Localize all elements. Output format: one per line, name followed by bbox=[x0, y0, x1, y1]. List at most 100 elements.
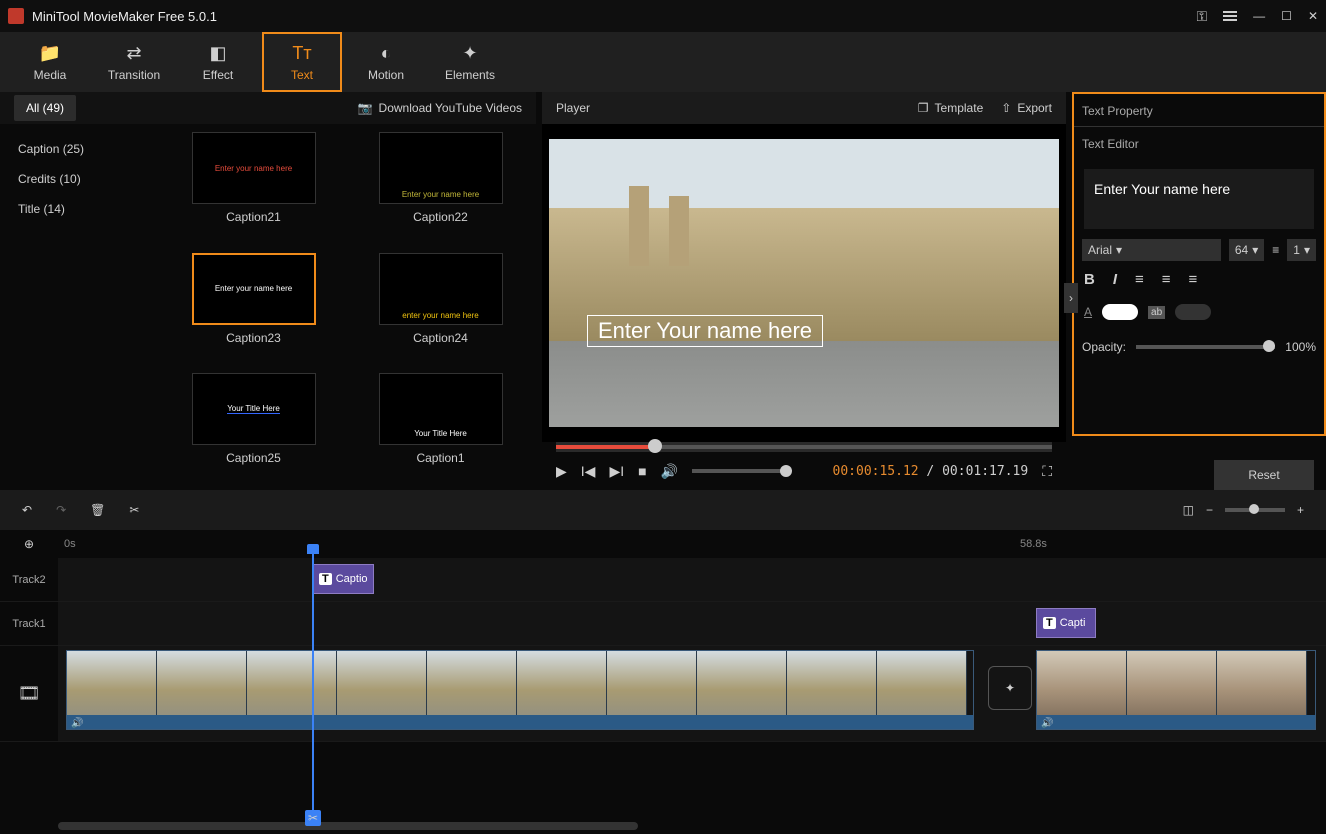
video-clip-1[interactable]: 🔊 bbox=[66, 650, 974, 730]
transition-placeholder[interactable]: ✦ bbox=[988, 666, 1032, 710]
tab-transition[interactable]: ⇄Transition bbox=[94, 32, 174, 92]
filmstrip-icon: 🎞 bbox=[0, 683, 58, 704]
timeline-ruler[interactable]: ⊕ 0s 58.8s bbox=[0, 530, 1326, 558]
timeline-scrollbar[interactable] bbox=[58, 822, 638, 830]
zoom-in-button[interactable]: + bbox=[1297, 503, 1304, 517]
template-caption1[interactable]: Your Title HereCaption1 bbox=[357, 373, 524, 482]
template-button[interactable]: ❐Template bbox=[918, 101, 983, 115]
chevron-down-icon: ▾ bbox=[1116, 243, 1122, 257]
transition-icon: ⇄ bbox=[126, 43, 141, 64]
chevron-down-icon: ▾ bbox=[1304, 243, 1310, 257]
stack-icon: ❐ bbox=[918, 101, 929, 115]
category-all[interactable]: All (49) bbox=[14, 95, 76, 121]
video-preview[interactable]: Enter Your name here bbox=[549, 139, 1059, 427]
stop-button[interactable]: ■ bbox=[638, 463, 646, 479]
prev-frame-button[interactable]: I◀ bbox=[581, 463, 596, 480]
elements-icon: ✦ bbox=[462, 43, 477, 64]
template-caption21[interactable]: Enter your name hereCaption21 bbox=[170, 132, 337, 241]
text-template-grid: Enter your name hereCaption21 Enter your… bbox=[158, 124, 536, 490]
cut-button[interactable]: ✂ bbox=[129, 503, 139, 517]
add-track-button[interactable]: ⊕ bbox=[0, 537, 58, 551]
panel-expand-button[interactable]: › bbox=[1064, 283, 1078, 313]
font-size-select[interactable]: 64▾ bbox=[1229, 239, 1264, 261]
folder-icon: 📁 bbox=[39, 43, 61, 64]
playhead[interactable]: ✂ bbox=[312, 552, 314, 824]
text-clip-track2[interactable]: TCaptio bbox=[312, 564, 374, 594]
text-content-input[interactable]: Enter Your name here bbox=[1084, 169, 1314, 229]
delete-button[interactable]: 🗑 bbox=[90, 503, 105, 517]
chevron-down-icon: ▾ bbox=[1252, 243, 1258, 257]
text-property-header: Text Property bbox=[1074, 94, 1324, 126]
menu-icon[interactable] bbox=[1223, 11, 1237, 21]
app-logo bbox=[8, 8, 24, 24]
minimize-button[interactable]: — bbox=[1253, 9, 1265, 23]
sidebar-item-title[interactable]: Title (14) bbox=[18, 194, 158, 224]
timeline: ⊕ 0s 58.8s ✂ Track2 TCaptio Track1 TCapt… bbox=[0, 530, 1326, 834]
sidebar-item-caption[interactable]: Caption (25) bbox=[18, 134, 158, 164]
window-title: MiniTool MovieMaker Free 5.0.1 bbox=[32, 9, 1197, 24]
text-property-panel: Text Property Text Editor Enter Your nam… bbox=[1072, 92, 1326, 436]
text-overlay[interactable]: Enter Your name here bbox=[587, 315, 823, 347]
play-button[interactable]: ▶ bbox=[556, 463, 567, 480]
undo-button[interactable]: ↶ bbox=[22, 503, 32, 517]
text-color-swatch[interactable] bbox=[1102, 304, 1138, 320]
audio-strip bbox=[67, 715, 973, 729]
snap-icon[interactable]: ◫ bbox=[1183, 503, 1194, 517]
template-caption23[interactable]: Enter your name hereCaption23 bbox=[170, 253, 337, 362]
align-right-button[interactable]: ≡ bbox=[1189, 271, 1198, 288]
line-height-icon: ≡ bbox=[1272, 243, 1279, 257]
close-button[interactable]: ✕ bbox=[1308, 9, 1318, 23]
text-clip-track1[interactable]: TCapti bbox=[1036, 608, 1096, 638]
tab-effect[interactable]: ◧Effect bbox=[178, 32, 258, 92]
zoom-out-button[interactable]: − bbox=[1206, 503, 1213, 517]
fullscreen-button[interactable]: ⛶ bbox=[1042, 463, 1052, 480]
seekbar-thumb[interactable] bbox=[648, 439, 662, 453]
reset-button[interactable]: Reset bbox=[1214, 460, 1314, 490]
video-clip-2[interactable]: 🔊 bbox=[1036, 650, 1316, 730]
sidebar-item-credits[interactable]: Credits (10) bbox=[18, 164, 158, 194]
text-color-icon: A bbox=[1084, 305, 1092, 319]
next-frame-button[interactable]: ▶I bbox=[609, 463, 624, 480]
key-icon[interactable]: ⚿ bbox=[1197, 8, 1208, 25]
italic-button[interactable]: I bbox=[1113, 271, 1117, 288]
category-sidebar: Caption (25) Credits (10) Title (14) bbox=[0, 124, 158, 490]
highlight-color-icon: ab bbox=[1148, 306, 1165, 319]
redo-button[interactable]: ↷ bbox=[56, 503, 66, 517]
tab-text[interactable]: TᴛText bbox=[262, 32, 342, 92]
download-youtube-link[interactable]: 📷Download YouTube Videos bbox=[358, 101, 522, 115]
motion-icon: ◐ bbox=[381, 43, 392, 64]
main-toolbar: 📁Media ⇄Transition ◧Effect TᴛText ◐Motio… bbox=[0, 32, 1326, 92]
track-2: Track2 TCaptio bbox=[0, 558, 1326, 602]
track-video: 🎞 🔊 ✦ 🔊 bbox=[0, 646, 1326, 742]
bold-button[interactable]: B bbox=[1084, 271, 1095, 288]
scissors-icon[interactable]: ✂ bbox=[305, 810, 321, 826]
speaker-icon: 🔊 bbox=[1041, 718, 1053, 729]
font-family-select[interactable]: Arial▾ bbox=[1082, 239, 1221, 261]
zoom-slider[interactable] bbox=[1225, 508, 1285, 512]
opacity-value: 100% bbox=[1285, 340, 1316, 354]
camera-icon: 📷 bbox=[358, 101, 373, 115]
template-caption22[interactable]: Enter your name hereCaption22 bbox=[357, 132, 524, 241]
highlight-color-swatch[interactable] bbox=[1175, 304, 1211, 320]
playback-time: 00:00:15.12 / 00:01:17.19 bbox=[833, 464, 1029, 479]
template-caption24[interactable]: enter your name hereCaption24 bbox=[357, 253, 524, 362]
seekbar[interactable] bbox=[556, 442, 1052, 452]
text-editor-header: Text Editor bbox=[1074, 126, 1324, 161]
volume-slider[interactable] bbox=[692, 469, 788, 473]
maximize-button[interactable]: ☐ bbox=[1281, 9, 1292, 23]
align-left-button[interactable]: ≡ bbox=[1135, 271, 1144, 288]
export-button[interactable]: ⇧Export bbox=[1001, 101, 1052, 115]
effect-icon: ◧ bbox=[209, 43, 226, 64]
tab-elements[interactable]: ✦Elements bbox=[430, 32, 510, 92]
align-center-button[interactable]: ≡ bbox=[1162, 271, 1171, 288]
template-caption25[interactable]: Your Title HereCaption25 bbox=[170, 373, 337, 482]
line-height-select[interactable]: 1▾ bbox=[1287, 239, 1316, 261]
volume-icon[interactable]: 🔊 bbox=[661, 463, 678, 480]
player-title: Player bbox=[556, 101, 590, 115]
text-icon: Tᴛ bbox=[292, 43, 311, 64]
tab-media[interactable]: 📁Media bbox=[10, 32, 90, 92]
export-icon: ⇧ bbox=[1001, 101, 1011, 115]
track-1: Track1 TCapti bbox=[0, 602, 1326, 646]
tab-motion[interactable]: ◐Motion bbox=[346, 32, 426, 92]
opacity-slider[interactable] bbox=[1136, 345, 1275, 349]
